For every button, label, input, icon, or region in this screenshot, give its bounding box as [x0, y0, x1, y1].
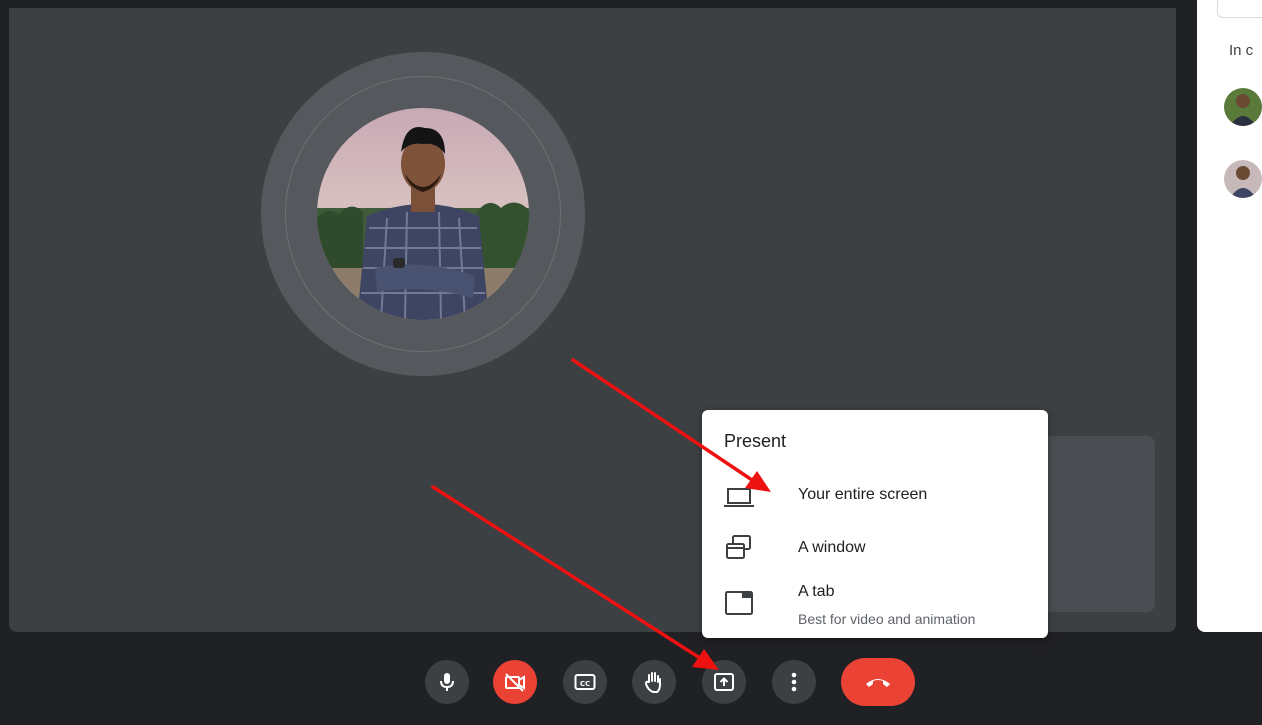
participant-avatar: [317, 108, 529, 320]
present-entire-screen-label: Your entire screen: [798, 486, 928, 503]
present-now-button[interactable]: [702, 660, 746, 704]
camera-off-button[interactable]: [493, 660, 537, 704]
captions-button[interactable]: CC: [563, 660, 607, 704]
present-tab-sublabel: Best for video and animation: [798, 611, 976, 627]
people-side-panel: In c: [1197, 0, 1262, 632]
camera-off-icon: [505, 673, 525, 692]
panel-participant-avatar: [1224, 88, 1262, 126]
panel-participant-avatar: [1224, 160, 1262, 198]
present-window-option[interactable]: A window: [702, 523, 1048, 575]
hangup-icon: [866, 679, 890, 687]
panel-section-label: In c: [1229, 42, 1254, 59]
present-tab-option[interactable]: A tab Best for video and animation: [702, 574, 1048, 634]
more-options-button[interactable]: [772, 660, 816, 704]
window-icon: [726, 535, 751, 559]
tab-icon: [725, 591, 753, 615]
more-vert-icon: [791, 672, 797, 692]
present-entire-screen-option[interactable]: Your entire screen: [702, 470, 1048, 522]
present-tab-label: A tab: [798, 583, 835, 600]
mic-icon: [440, 673, 454, 691]
cc-icon: CC: [574, 674, 596, 690]
present-menu-title: Present: [724, 431, 787, 451]
leave-call-button[interactable]: [841, 658, 915, 706]
call-controls-bar: [0, 632, 1262, 725]
laptop-icon: [724, 488, 754, 507]
panel-search-box[interactable]: [1217, 0, 1262, 18]
raise-hand-button[interactable]: [632, 660, 676, 704]
microphone-button[interactable]: [425, 660, 469, 704]
present-menu: Present Your entire screen A window A ta…: [702, 410, 1048, 638]
present-window-label: A window: [798, 539, 866, 556]
present-icon: [714, 673, 734, 691]
svg-text:CC: CC: [580, 680, 590, 688]
hand-icon: [644, 672, 661, 693]
